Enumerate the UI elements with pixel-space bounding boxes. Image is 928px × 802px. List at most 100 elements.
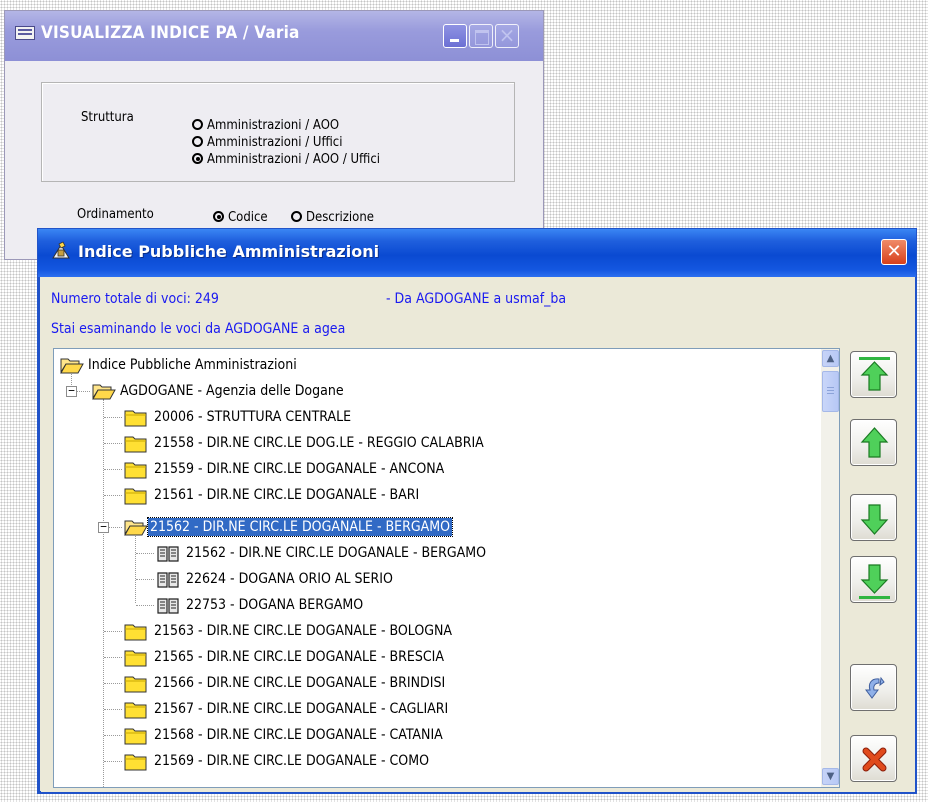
tree-node-aoo[interactable]: 20006 - STRUTTURA CENTRALE <box>124 405 353 429</box>
collapse-toggle[interactable]: − <box>98 521 109 533</box>
dialog-close-button[interactable]: ✕ <box>881 239 907 265</box>
tree-line <box>136 553 154 554</box>
open-folder-icon <box>124 520 148 536</box>
radio-dot-selected <box>213 211 224 222</box>
dialog-title: Indice Pubbliche Amministrazioni <box>78 242 380 261</box>
tree-node-aoo[interactable]: 21565 - DIR.NE CIRC.LE DOGANALE - BRESCI… <box>124 645 446 669</box>
tree-line <box>104 417 122 418</box>
tree-node-label: 22753 - DOGANA BERGAMO <box>186 597 364 613</box>
tree-node-office[interactable]: 22753 - DOGANA BERGAMO <box>156 593 365 617</box>
tree-line <box>104 683 122 684</box>
tree-node-label: 21559 - DIR.NE CIRC.LE DOGANALE - ANCONA <box>154 461 445 477</box>
tree-line <box>76 391 90 392</box>
back-window: VISUALIZZA INDICE PA / Varia × Struttura… <box>4 10 544 260</box>
radio-descrizione[interactable]: Descrizione <box>291 210 374 226</box>
vertical-scrollbar[interactable]: ▲ ▼ <box>821 349 839 787</box>
tree-node-label: Indice Pubbliche Amministrazioni <box>88 357 297 373</box>
refresh-button[interactable] <box>850 664 897 711</box>
back-window-titlebar[interactable]: VISUALIZZA INDICE PA / Varia × <box>5 11 543 61</box>
radio-dot-selected <box>192 153 203 164</box>
last-page-button[interactable] <box>850 556 897 603</box>
tree-node-label: 21568 - DIR.NE CIRC.LE DOGANALE - CATANI… <box>154 727 443 743</box>
tree-node-office[interactable]: 21562 - DIR.NE CIRC.LE DOGANALE - BERGAM… <box>156 541 488 565</box>
tree-node-aoo[interactable]: 21569 - DIR.NE CIRC.LE DOGANALE - COMO <box>124 749 431 773</box>
radio-codice[interactable]: Codice <box>213 210 268 226</box>
first-page-button[interactable] <box>850 351 897 398</box>
tree-node-aoo[interactable]: 21558 - DIR.NE CIRC.LE DOG.LE - REGGIO C… <box>124 431 486 455</box>
folder-icon <box>124 410 147 427</box>
tree-line <box>135 533 136 603</box>
radio-dot <box>291 211 302 222</box>
tree-node-label: 21567 - DIR.NE CIRC.LE DOGANALE - CAGLIA… <box>154 701 449 717</box>
range-label: - Da AGDOGANE a usmaf_ba <box>386 291 567 307</box>
folder-icon <box>124 650 147 667</box>
tree-node-root[interactable]: Indice Pubbliche Amministrazioni <box>60 353 299 377</box>
folder-icon <box>124 728 147 745</box>
tree-node-label: 21562 - DIR.NE CIRC.LE DOGANALE - BERGAM… <box>146 517 454 537</box>
tree-node-label: 21562 - DIR.NE CIRC.LE DOGANALE - BERGAM… <box>186 545 487 561</box>
tree-node-label: 21565 - DIR.NE CIRC.LE DOGANALE - BRESCI… <box>154 649 444 665</box>
folder-icon <box>124 462 147 479</box>
tree-node-label: 22624 - DOGANA ORIO AL SERIO <box>186 571 393 587</box>
scroll-up-button[interactable]: ▲ <box>822 350 839 367</box>
radio-dot <box>192 136 203 147</box>
tree-node-office[interactable]: 22624 - DOGANA ORIO AL SERIO <box>156 567 395 591</box>
total-count-label: Numero totale di voci: 249 <box>51 291 219 307</box>
indice-dialog: Indice Pubbliche Amministrazioni ✕ Numer… <box>37 228 917 794</box>
tree-node-admin[interactable]: AGDOGANE - Agenzia delle Dogane <box>92 379 346 403</box>
form-icon <box>15 26 35 40</box>
tree-node-aoo[interactable]: 21561 - DIR.NE CIRC.LE DOGANALE - BARI <box>124 483 421 507</box>
radio-dot <box>192 119 203 130</box>
radio-amministrazioni-aoo[interactable]: Amministrazioni / AOO <box>192 118 339 134</box>
arrow-down-last-icon <box>859 564 890 599</box>
arrow-up-first-icon <box>859 357 890 391</box>
cancel-button[interactable] <box>850 735 897 782</box>
book-icon <box>157 572 179 588</box>
tree-node-aoo-selected[interactable]: 21562 - DIR.NE CIRC.LE DOGANALE - BERGAM… <box>124 515 454 539</box>
tree-line <box>136 605 154 606</box>
index-icon <box>52 241 70 259</box>
folder-icon <box>124 436 147 453</box>
folder-icon <box>124 702 147 719</box>
tree-line <box>104 761 122 762</box>
tree-line <box>104 709 122 710</box>
dialog-titlebar[interactable]: Indice Pubbliche Amministrazioni ✕ <box>38 229 916 277</box>
previous-page-button[interactable] <box>850 419 897 466</box>
tree-node-aoo[interactable]: 21559 - DIR.NE CIRC.LE DOGANALE - ANCONA <box>124 457 446 481</box>
book-icon <box>157 546 179 562</box>
back-close-button[interactable]: × <box>495 24 519 48</box>
radio-label: Amministrazioni / AOO <box>207 118 340 133</box>
tree-node-label: 21566 - DIR.NE CIRC.LE DOGANALE - BRINDI… <box>154 675 446 691</box>
tree-node-aoo[interactable]: 21567 - DIR.NE CIRC.LE DOGANALE - CAGLIA… <box>124 697 450 721</box>
radio-amministrazioni-aoo-uffici[interactable]: Amministrazioni / AOO / Uffici <box>192 152 380 168</box>
next-page-button[interactable] <box>850 494 897 541</box>
minimize-button[interactable] <box>443 24 467 48</box>
collapse-toggle[interactable]: − <box>66 385 77 397</box>
radio-amministrazioni-uffici[interactable]: Amministrazioni / Uffici <box>192 135 342 151</box>
tree-line <box>104 631 122 632</box>
scroll-down-button[interactable]: ▼ <box>822 768 839 785</box>
back-window-title: VISUALIZZA INDICE PA / Varia <box>41 23 300 43</box>
tree-line <box>103 399 104 787</box>
struttura-label: Struttura <box>81 110 134 125</box>
folder-icon <box>124 676 147 693</box>
tree-node-label: AGDOGANE - Agenzia delle Dogane <box>120 383 344 399</box>
tree-line <box>104 443 122 444</box>
radio-label: Amministrazioni / Uffici <box>207 135 343 150</box>
tree-node-aoo[interactable]: 21563 - DIR.NE CIRC.LE DOGANALE - BOLOGN… <box>124 619 454 643</box>
arrow-up-icon <box>860 427 889 458</box>
tree-node-aoo[interactable]: 21566 - DIR.NE CIRC.LE DOGANALE - BRINDI… <box>124 671 447 695</box>
arrow-down-icon <box>860 504 889 535</box>
tree-line <box>108 527 122 528</box>
refresh-icon <box>865 676 885 699</box>
tree-line <box>104 657 122 658</box>
tree-node-aoo[interactable]: 21568 - DIR.NE CIRC.LE DOGANALE - CATANI… <box>124 723 445 747</box>
viewing-label: Stai esaminando le voci da AGDOGANE a ag… <box>51 321 346 337</box>
scroll-thumb[interactable] <box>822 371 839 412</box>
pa-tree[interactable]: − − Indice Pubbliche Amministrazioni AGD… <box>53 348 840 788</box>
tree-node-label: 21563 - DIR.NE CIRC.LE DOGANALE - BOLOGN… <box>154 623 453 639</box>
radio-label: Amministrazioni / AOO / Uffici <box>207 152 381 167</box>
tree-node-label: 21561 - DIR.NE CIRC.LE DOGANALE - BARI <box>154 487 420 503</box>
tree-line <box>104 735 122 736</box>
maximize-button[interactable] <box>469 24 493 48</box>
